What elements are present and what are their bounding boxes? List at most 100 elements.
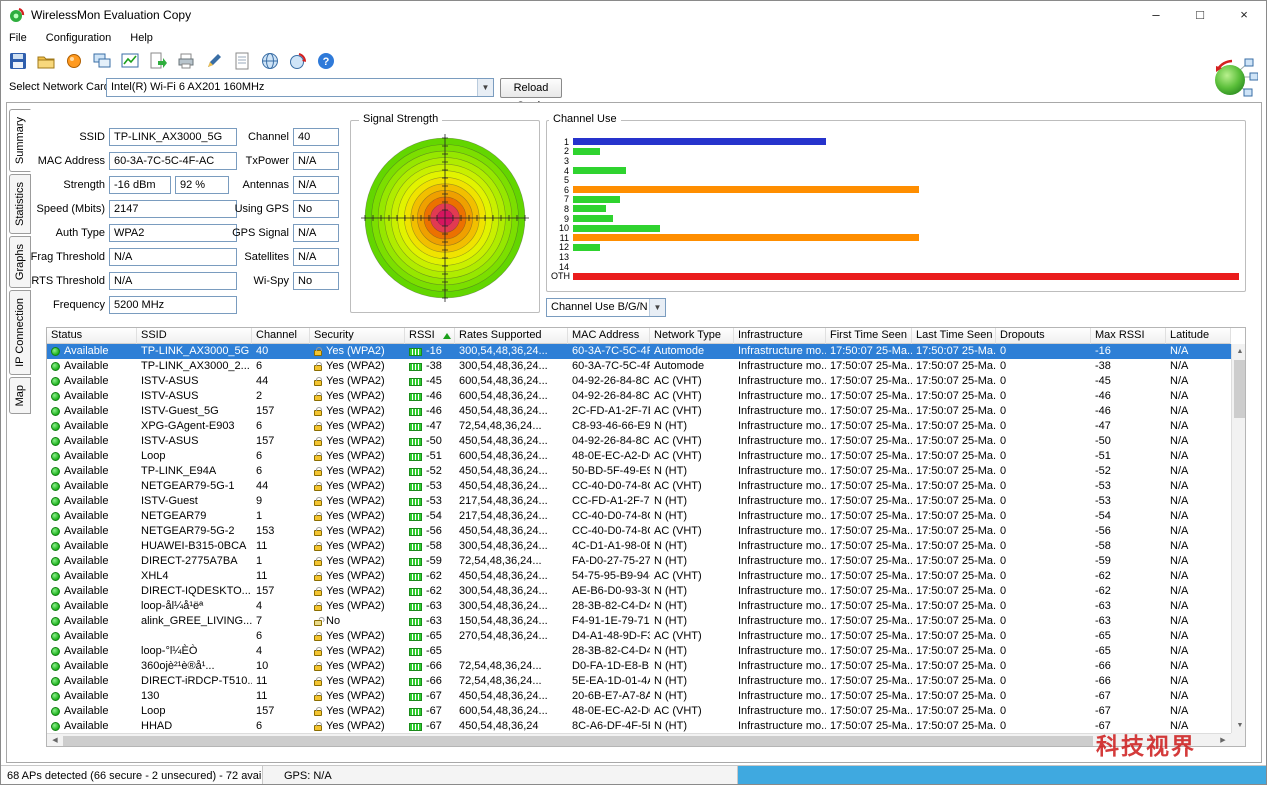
- table-row[interactable]: Available ISTV-Guest 9 Yes (WPA2) -53 217,54,…: [47, 494, 1231, 509]
- table-row[interactable]: Available XHL4 11 Yes (WPA2) -62 450,54,48,36…: [47, 569, 1231, 584]
- pen-icon[interactable]: [201, 49, 227, 73]
- minimize-button[interactable]: –: [1134, 1, 1178, 29]
- table-row[interactable]: Available 6 Yes (WPA2) -65 270,54,48,36,24..…: [47, 629, 1231, 644]
- save-icon[interactable]: [5, 49, 31, 73]
- column-header-channel[interactable]: Channel: [252, 328, 310, 344]
- table-row[interactable]: Available DIRECT-IQDESKTO... 157 Yes (WPA2)…: [47, 584, 1231, 599]
- table-row[interactable]: Available HUAWEI-B315-0BCA 11 Yes (WPA2) -58…: [47, 539, 1231, 554]
- horizontal-scrollbar[interactable]: ◀ ▶: [47, 733, 1231, 746]
- status-available-icon: [51, 392, 60, 401]
- maximize-button[interactable]: □: [1178, 1, 1222, 29]
- scroll-up-icon[interactable]: ▲: [1232, 344, 1245, 359]
- column-header-rates-supported[interactable]: Rates Supported: [455, 328, 568, 344]
- field-value-frequency: 5200 MHz: [109, 296, 237, 314]
- table-row[interactable]: Available DIRECT-iRDCP-T510... 11 Yes (WPA2…: [47, 674, 1231, 689]
- table-row[interactable]: Available NETGEAR79-5G-1 44 Yes (WPA2) -53 45…: [47, 479, 1231, 494]
- web-update-icon[interactable]: [285, 49, 311, 73]
- printer-icon[interactable]: [173, 49, 199, 73]
- table-row[interactable]: Available ISTV-ASUS 157 Yes (WPA2) -50 450,54…: [47, 434, 1231, 449]
- field-label-gps-signal: GPS Signal: [232, 227, 289, 239]
- start-logging-icon[interactable]: [61, 49, 87, 73]
- column-header-infrastructure[interactable]: Infrastructure: [734, 328, 826, 344]
- table-row[interactable]: Available HHAD 6 Yes (WPA2) -67 450,54,48,36,…: [47, 719, 1231, 733]
- column-header-ssid[interactable]: SSID: [137, 328, 252, 344]
- rssi-text: -66: [426, 675, 442, 687]
- tab-map[interactable]: Map: [9, 377, 31, 415]
- status-text: Available: [64, 690, 109, 702]
- table-row[interactable]: Available ISTV-ASUS 2 Yes (WPA2) -46 600,54,4…: [47, 389, 1231, 404]
- rssi-text: -54: [426, 510, 442, 522]
- channel-label: 12: [558, 242, 569, 253]
- tab-label: Graphs: [14, 244, 26, 281]
- vertical-scroll-thumb[interactable]: [1234, 360, 1245, 418]
- export-icon[interactable]: [145, 49, 171, 73]
- table-row[interactable]: Available ISTV-Guest_5G 157 Yes (WPA2) -46 45…: [47, 404, 1231, 419]
- security-text: Yes (WPA2): [326, 420, 385, 432]
- column-header-dropouts[interactable]: Dropouts: [996, 328, 1091, 344]
- table-row[interactable]: Available loop-ål¼å¹ëª 4 Yes (WPA2) -63 300,5…: [47, 599, 1231, 614]
- signal-level-icon: [409, 557, 422, 566]
- column-header-rssi[interactable]: RSSI: [405, 328, 455, 344]
- lock-icon: [314, 571, 322, 581]
- chevron-down-icon[interactable]: ▼: [649, 299, 665, 316]
- table-row[interactable]: Available TP-LINK_AX3000_2... 6 Yes (WPA2) -…: [47, 359, 1231, 374]
- tab-graphs[interactable]: Graphs: [9, 236, 31, 289]
- table-row[interactable]: Available NETGEAR79-5G-2 153 Yes (WPA2) -56 4…: [47, 524, 1231, 539]
- column-header-label: Security: [314, 329, 354, 341]
- tab-statistics[interactable]: Statistics: [9, 174, 31, 235]
- table-row[interactable]: Available Loop 6 Yes (WPA2) -51 600,54,48,36,…: [47, 449, 1231, 464]
- table-row[interactable]: Available 360ojè²¹è®å¹... 10 Yes (WPA2) -66 7…: [47, 659, 1231, 674]
- notes-icon[interactable]: [229, 49, 255, 73]
- vertical-scrollbar[interactable]: ▲ ▼: [1231, 344, 1245, 733]
- tab-ip-connection[interactable]: IP Connection: [9, 290, 31, 376]
- column-header-mac-address[interactable]: MAC Address: [568, 328, 650, 344]
- table-row[interactable]: Available XPG-GAgent-E903 6 Yes (WPA2) -47 72…: [47, 419, 1231, 434]
- column-header-first-time-seen[interactable]: First Time Seen: [826, 328, 912, 344]
- table-row[interactable]: Available DIRECT-2775A7BA 1 Yes (WPA2) -59 72…: [47, 554, 1231, 569]
- lock-icon: [314, 526, 322, 536]
- open-folder-icon[interactable]: [33, 49, 59, 73]
- table-row[interactable]: Available ISTV-ASUS 44 Yes (WPA2) -45 600,54,…: [47, 374, 1231, 389]
- column-header-latitude[interactable]: Latitude: [1166, 328, 1231, 344]
- column-header-network-type[interactable]: Network Type: [650, 328, 734, 344]
- signal-level-icon: [409, 617, 422, 626]
- security-text: Yes (WPA2): [326, 405, 385, 417]
- menu-file[interactable]: File: [9, 29, 27, 47]
- table-row[interactable]: Available TP-LINK_AX3000_5G 40 Yes (WPA2) -1…: [47, 344, 1231, 359]
- network-card-dropdown[interactable]: Intel(R) Wi-Fi 6 AX201 160MHz ▼: [106, 78, 494, 97]
- scroll-down-icon[interactable]: ▼: [1232, 718, 1245, 733]
- reload-cards-button[interactable]: Reload Cards: [500, 78, 562, 112]
- security-text: Yes (WPA2): [326, 375, 385, 387]
- status-text: Available: [64, 360, 109, 372]
- field-label-using-gps: Using GPS: [234, 203, 289, 215]
- menu-configuration[interactable]: Configuration: [46, 29, 111, 47]
- graph-window-icon[interactable]: [117, 49, 143, 73]
- column-header-last-time-seen[interactable]: Last Time Seen: [912, 328, 996, 344]
- table-row[interactable]: Available loop-°l¼ÈÒ 4 Yes (WPA2) -65 28-3B-8…: [47, 644, 1231, 659]
- table-header: Status SSID Channel Security RSSI Rates Suppo…: [47, 328, 1231, 344]
- column-header-status[interactable]: Status: [47, 328, 137, 344]
- status-available-icon: [51, 422, 60, 431]
- table-row[interactable]: Available 130 11 Yes (WPA2) -67 450,54,48,36,…: [47, 689, 1231, 704]
- globe-icon[interactable]: [257, 49, 283, 73]
- chevron-down-icon[interactable]: ▼: [477, 79, 493, 96]
- scroll-right-icon[interactable]: ▶: [1215, 734, 1231, 746]
- tab-summary[interactable]: Summary: [9, 109, 31, 173]
- channel-use-row: 6: [551, 185, 1239, 195]
- channel-bar: [573, 147, 600, 155]
- horizontal-scroll-thumb[interactable]: [63, 736, 1093, 746]
- column-header-max-rssi[interactable]: Max RSSI: [1091, 328, 1166, 344]
- table-row[interactable]: Available NETGEAR79 1 Yes (WPA2) -54 217,54,4…: [47, 509, 1231, 524]
- field-label-mac-address: MAC Address: [37, 155, 105, 167]
- help-icon[interactable]: ?: [313, 49, 339, 73]
- rssi-text: -51: [426, 450, 442, 462]
- table-row[interactable]: Available TP-LINK_E94A 6 Yes (WPA2) -52 450,5…: [47, 464, 1231, 479]
- network-cards-icon[interactable]: [89, 49, 115, 73]
- close-button[interactable]: ×: [1222, 1, 1266, 29]
- menu-help[interactable]: Help: [130, 29, 153, 47]
- column-header-security[interactable]: Security: [310, 328, 405, 344]
- table-row[interactable]: Available alink_GREE_LIVING... 7 No -63 150,5…: [47, 614, 1231, 629]
- table-row[interactable]: Available Loop 157 Yes (WPA2) -67 600,54,48,3…: [47, 704, 1231, 719]
- scroll-left-icon[interactable]: ◀: [47, 734, 63, 746]
- channel-use-dropdown[interactable]: Channel Use B/G/N ▼: [546, 298, 666, 317]
